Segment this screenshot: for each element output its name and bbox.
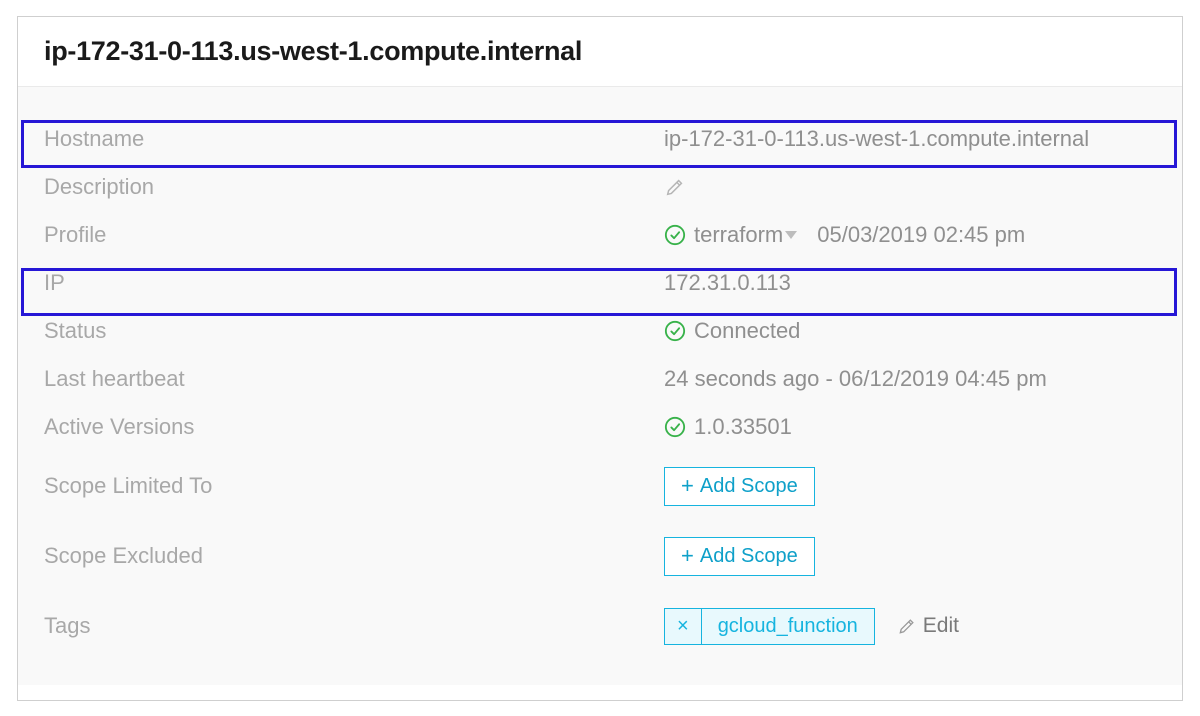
- panel-header: ip-172-31-0-113.us-west-1.compute.intern…: [18, 17, 1182, 87]
- label-status: Status: [44, 318, 664, 344]
- panel-body: Hostname ip-172-31-0-113.us-west-1.compu…: [18, 87, 1182, 685]
- value-profile: terraform: [694, 222, 783, 248]
- plus-icon: +: [681, 475, 694, 497]
- row-hostname: Hostname ip-172-31-0-113.us-west-1.compu…: [18, 115, 1182, 163]
- check-circle-icon: [664, 320, 686, 342]
- row-tags: Tags × gcloud_function Edit: [18, 591, 1182, 661]
- page-title: ip-172-31-0-113.us-west-1.compute.intern…: [44, 36, 582, 67]
- label-ip: IP: [44, 270, 664, 296]
- edit-tags-label: Edit: [923, 614, 959, 638]
- check-circle-icon: [664, 224, 686, 246]
- add-scope-label: Add Scope: [700, 545, 798, 568]
- plus-icon: +: [681, 545, 694, 567]
- label-tags: Tags: [44, 613, 664, 639]
- row-status: Status Connected: [18, 307, 1182, 355]
- label-hostname: Hostname: [44, 126, 664, 152]
- edit-description-icon[interactable]: [664, 176, 686, 198]
- tag-remove-button[interactable]: ×: [665, 609, 702, 644]
- host-detail-panel: ip-172-31-0-113.us-west-1.compute.intern…: [17, 16, 1183, 701]
- profile-timestamp: 05/03/2019 02:45 pm: [817, 222, 1025, 248]
- add-scope-limited-button[interactable]: + Add Scope: [664, 467, 815, 506]
- row-versions: Active Versions 1.0.33501: [18, 403, 1182, 451]
- tag-chip: × gcloud_function: [664, 608, 875, 645]
- profile-select[interactable]: terraform: [694, 222, 803, 248]
- row-description: Description: [18, 163, 1182, 211]
- label-description: Description: [44, 174, 664, 200]
- label-profile: Profile: [44, 222, 664, 248]
- value-hostname: ip-172-31-0-113.us-west-1.compute.intern…: [664, 126, 1156, 152]
- row-profile: Profile terraform 05/03/2019 02:45 pm: [18, 211, 1182, 259]
- edit-tags-button[interactable]: Edit: [897, 614, 959, 638]
- row-ip: IP 172.31.0.113: [18, 259, 1182, 307]
- row-scope-excluded: Scope Excluded + Add Scope: [18, 521, 1182, 591]
- value-ip: 172.31.0.113: [664, 270, 1156, 296]
- label-versions: Active Versions: [44, 414, 664, 440]
- label-heartbeat: Last heartbeat: [44, 366, 664, 392]
- row-scope-limited: Scope Limited To + Add Scope: [18, 451, 1182, 521]
- value-versions: 1.0.33501: [694, 414, 792, 440]
- check-circle-icon: [664, 416, 686, 438]
- value-heartbeat: 24 seconds ago - 06/12/2019 04:45 pm: [664, 366, 1156, 392]
- label-scope-limited: Scope Limited To: [44, 473, 664, 499]
- add-scope-excluded-button[interactable]: + Add Scope: [664, 537, 815, 576]
- add-scope-label: Add Scope: [700, 475, 798, 498]
- value-status: Connected: [694, 318, 800, 344]
- label-scope-excluded: Scope Excluded: [44, 543, 664, 569]
- tag-label: gcloud_function: [702, 609, 874, 644]
- pencil-icon: [897, 616, 917, 636]
- row-heartbeat: Last heartbeat 24 seconds ago - 06/12/20…: [18, 355, 1182, 403]
- chevron-down-icon: [785, 231, 797, 239]
